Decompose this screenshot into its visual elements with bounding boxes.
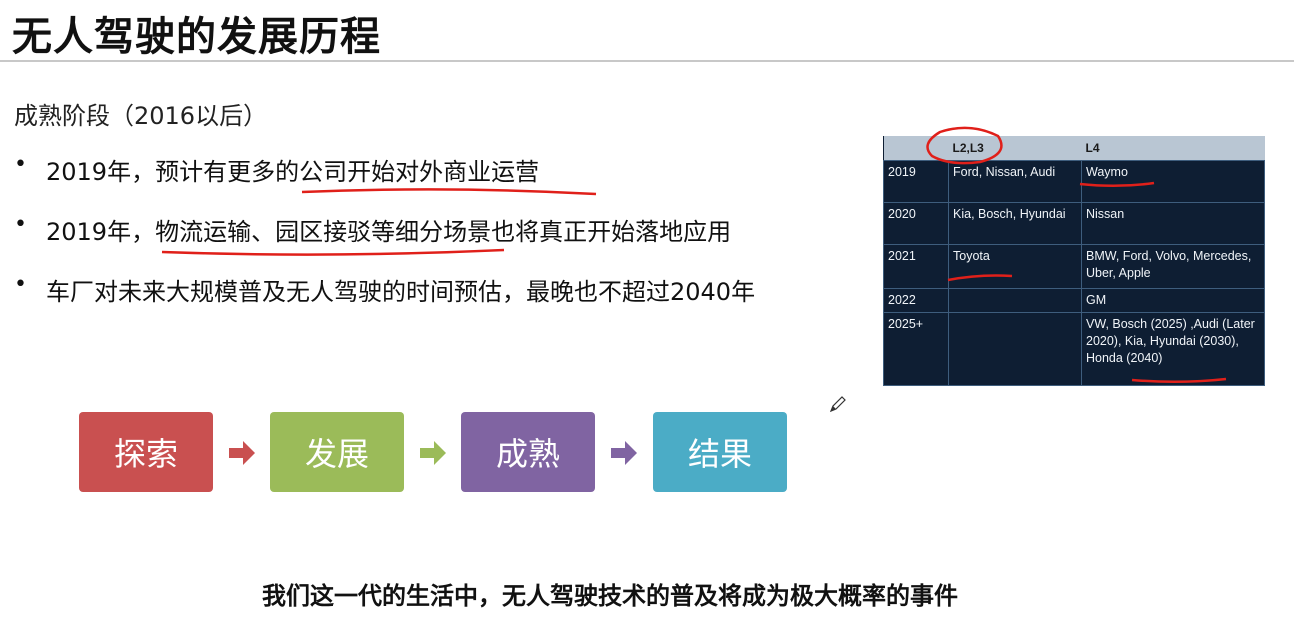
stage-box-develop: 发展 — [270, 412, 404, 492]
stage-label: 结果 — [687, 435, 752, 473]
right-arrow-icon — [420, 441, 446, 465]
table-cell-year: 2022 — [883, 288, 949, 313]
table-cell-l23: Kia, Bosch, Hyundai — [948, 202, 1082, 245]
stage-label: 发展 — [304, 435, 369, 473]
slide-subtitle: 成熟阶段（2016以后） — [14, 102, 268, 130]
bullet-text: 2019年，预计有更多的公司开始对外商业运营 — [46, 158, 540, 186]
development-table: L2,L3 L4 2019 Ford, Nissan, Audi Waymo 2… — [883, 136, 1265, 386]
table-cell-year: 2020 — [883, 202, 949, 245]
bullet-marker: • — [14, 152, 27, 177]
table-cell-year: 2025+ — [883, 312, 949, 386]
stage-box-explore: 探索 — [79, 412, 213, 492]
title-divider — [0, 60, 1294, 62]
pencil-cursor-icon — [829, 396, 846, 413]
table-header-cell: L4 — [1081, 136, 1265, 161]
table-cell-year: 2021 — [883, 244, 949, 289]
stage-box-result: 结果 — [653, 412, 787, 492]
right-arrow-icon — [229, 441, 255, 465]
table-header-cell — [883, 136, 949, 161]
table-cell-l4: VW, Bosch (2025) ,Audi (Later 2020), Kia… — [1081, 312, 1265, 386]
right-arrow-icon — [611, 441, 637, 465]
stage-label: 成熟 — [495, 435, 560, 473]
bullet-text: 2019年，物流运输、园区接驳等细分场景也将真正开始落地应用 — [46, 218, 732, 246]
table-cell-l23 — [948, 288, 1082, 313]
table-cell-l4: Waymo — [1081, 160, 1265, 203]
table-cell-l4: Nissan — [1081, 202, 1265, 245]
table-row: 2021 Toyota BMW, Ford, Volvo, Mercedes, … — [883, 244, 1265, 289]
table-cell-l23: Ford, Nissan, Audi — [948, 160, 1082, 203]
table-cell-l23: Toyota — [948, 244, 1082, 289]
table-row: 2020 Kia, Bosch, Hyundai Nissan — [883, 202, 1265, 245]
slide-title: 无人驾驶的发展历程 — [12, 14, 381, 60]
table-cell-l23 — [948, 312, 1082, 386]
slide-footer: 我们这一代的生活中，无人驾驶技术的普及将成为极大概率的事件 — [262, 582, 958, 610]
stage-label: 探索 — [113, 435, 178, 473]
table-cell-l4: GM — [1081, 288, 1265, 313]
table-cell-year: 2019 — [883, 160, 949, 203]
table-row: 2025+ VW, Bosch (2025) ,Audi (Later 2020… — [883, 312, 1265, 386]
bullet-marker: • — [14, 212, 27, 237]
table-row: 2022 GM — [883, 288, 1265, 313]
bullet-text: 车厂对未来大规模普及无人驾驶的时间预估，最晚也不超过2040年 — [46, 278, 756, 306]
stage-box-mature: 成熟 — [461, 412, 595, 492]
table-row: 2019 Ford, Nissan, Audi Waymo — [883, 160, 1265, 203]
table-header-cell: L2,L3 — [948, 136, 1082, 161]
table-cell-l4: BMW, Ford, Volvo, Mercedes, Uber, Apple — [1081, 244, 1265, 289]
bullet-marker: • — [14, 272, 27, 297]
underline-annotation — [301, 188, 597, 196]
